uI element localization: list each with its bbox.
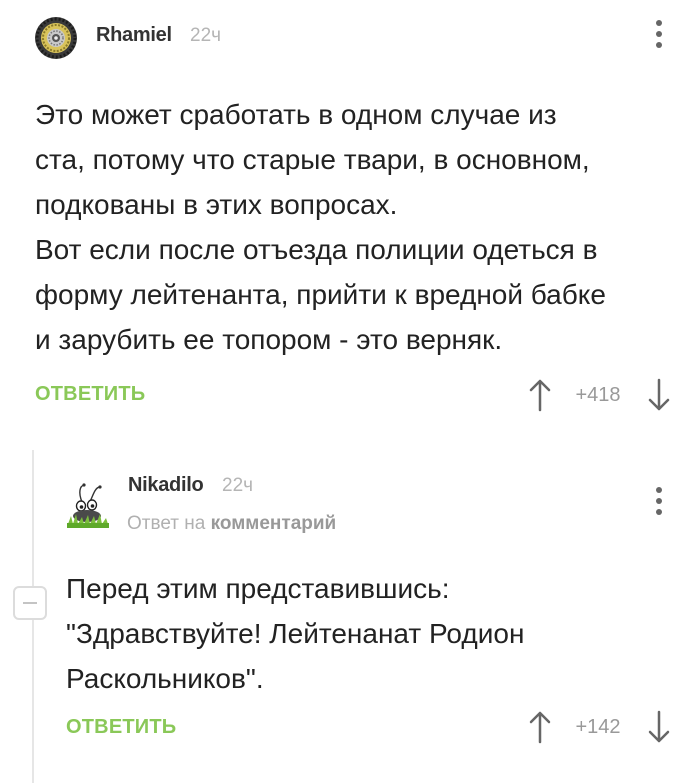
comment-line: ста, потому что старые твари, в основном…: [35, 144, 590, 175]
comment-time: 22ч: [222, 475, 254, 496]
comment-text: Это может сработать в одном случае из ст…: [35, 92, 675, 362]
comment-line: Перед этим представившись:: [66, 573, 450, 604]
author-name[interactable]: Nikadilo: [128, 474, 204, 497]
comment-line: подкованы в этих вопросах.: [35, 189, 398, 220]
comment-line: и зарубить ее топором - это верняк.: [35, 324, 503, 355]
reply-to-info: Ответ на комментарий: [127, 513, 336, 535]
reply-button[interactable]: ОТВЕТИТЬ: [35, 383, 145, 406]
comment-line: форму лейтенанта, прийти к вредной бабке: [35, 279, 606, 310]
arrow-down-icon[interactable]: [648, 710, 670, 744]
bicycle-cassette-avatar-icon[interactable]: [34, 16, 78, 60]
reply-button[interactable]: ОТВЕТИТЬ: [66, 716, 176, 739]
arrow-up-icon[interactable]: [529, 378, 551, 412]
comment-line: Это может сработать в одном случае из: [35, 99, 557, 130]
arrow-down-icon[interactable]: [648, 378, 670, 412]
kebab-menu-icon[interactable]: [653, 20, 665, 48]
insect-on-grass-avatar-icon[interactable]: [62, 478, 112, 532]
comment-line: Раскольников".: [66, 663, 264, 694]
arrow-up-icon[interactable]: [529, 710, 551, 744]
rating-score: +418: [575, 384, 621, 406]
kebab-menu-icon[interactable]: [653, 487, 665, 515]
reply-to-link[interactable]: комментарий: [211, 513, 337, 534]
minus-icon[interactable]: [13, 586, 47, 620]
comment-line: "Здравствуйте! Лейтенанат Родион: [66, 618, 525, 649]
reply-to-prefix: Ответ на: [127, 513, 206, 534]
comment-text: Перед этим представившись: "Здравствуйте…: [66, 566, 666, 701]
rating-score: +142: [575, 716, 621, 738]
comment-line: Вот если после отъезда полиции одеться в: [35, 234, 598, 265]
author-name[interactable]: Rhamiel: [96, 24, 172, 47]
comment-time: 22ч: [190, 25, 222, 46]
